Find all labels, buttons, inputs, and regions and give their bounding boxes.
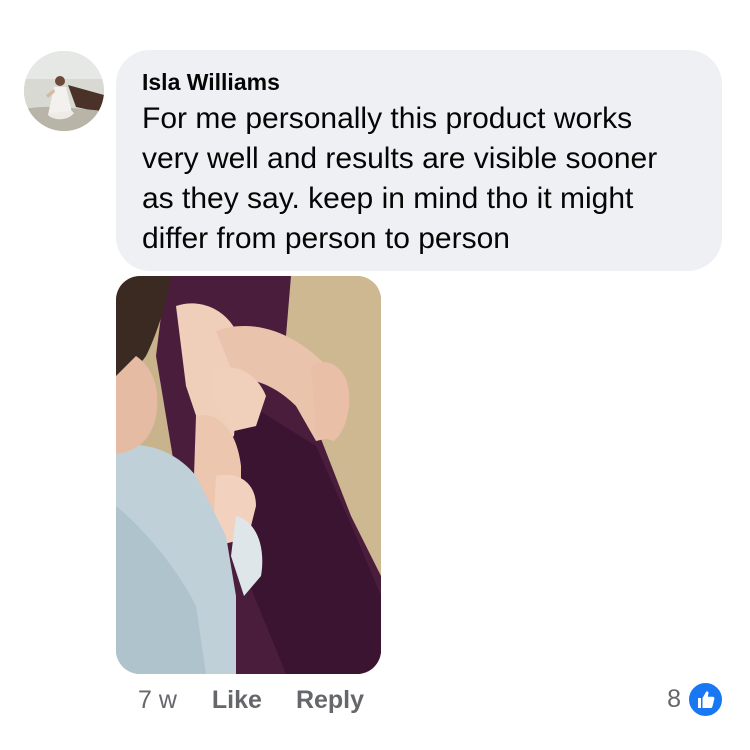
comment-photo[interactable] [116, 276, 381, 674]
comment-text: For me personally this product works ver… [142, 102, 658, 255]
reaction-count: 8 [667, 684, 681, 713]
comment-bubble: Isla Williams For me personally this pro… [116, 50, 722, 271]
reply-button[interactable]: Reply [296, 686, 364, 715]
thumbs-up-icon [687, 680, 724, 718]
comment-author[interactable]: Isla Williams [142, 68, 696, 96]
comment-timestamp[interactable]: 7 w [138, 686, 177, 715]
photo-attachment [116, 276, 381, 674]
reaction-summary[interactable]: 8 [667, 680, 724, 718]
avatar[interactable] [24, 51, 104, 131]
avatar-image [24, 51, 104, 131]
comment-actions: 7 w Like Reply [138, 682, 398, 718]
like-button[interactable]: Like [212, 686, 262, 715]
comment-view: Isla Williams For me personally this pro… [0, 0, 750, 750]
